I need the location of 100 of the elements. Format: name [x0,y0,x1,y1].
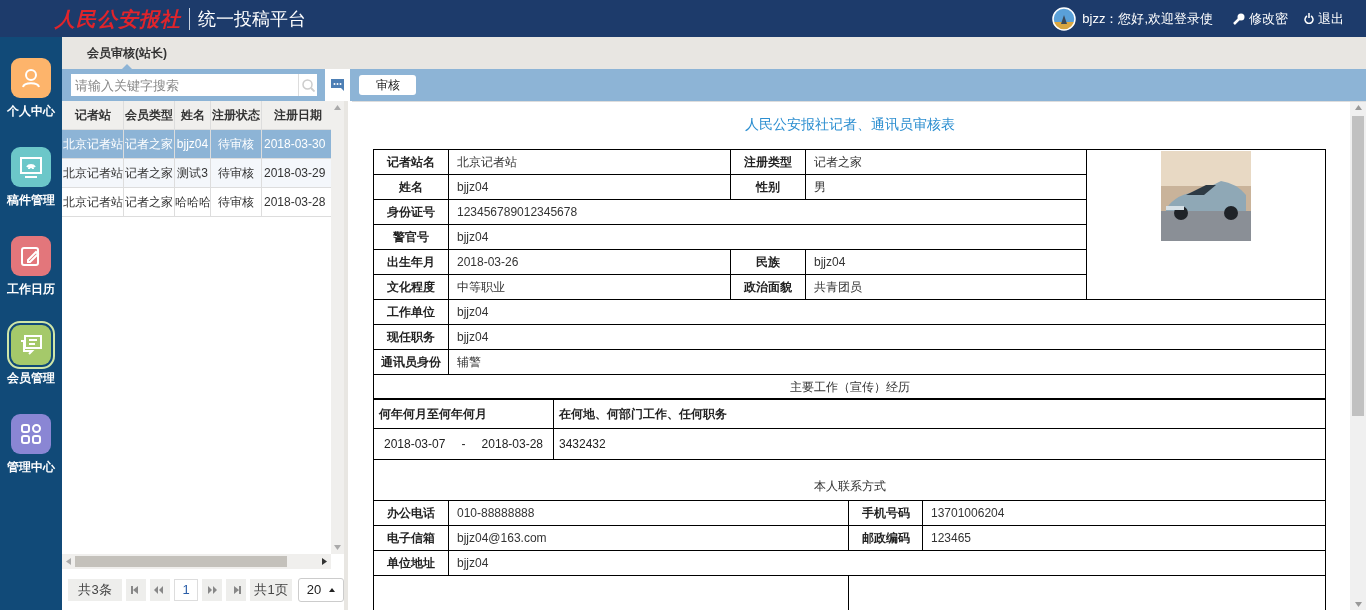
page-input[interactable]: 1 [174,578,198,601]
review-button[interactable]: 审核 [359,75,416,95]
field-label: 办公电话 [373,500,449,525]
field-label: 手机号码 [848,500,923,525]
table-cell: 北京记者站 [62,130,124,158]
sidebar-item[interactable]: 会员管理 [7,325,55,387]
field-value: bjjz04 [448,550,1326,575]
section-title: 本人联系方式 [813,478,886,493]
column-header[interactable]: 记者站 [62,101,124,129]
table-cell: bjjz04 [175,130,211,158]
field-value: 13701006204 [922,500,1326,525]
table-cell: 测试3 [175,159,211,187]
date-separator: - [461,436,466,453]
table-row[interactable]: 北京记者站 记者之家 测试3 待审核 2018-03-29 [62,159,331,188]
field-label: 警官号 [373,224,449,250]
scroll-right-icon[interactable] [322,558,327,565]
column-header: 何年何月至何年何月 [373,399,554,429]
field-label: 出生年月 [373,249,449,275]
scroll-down-icon[interactable] [1354,602,1362,607]
column-header[interactable]: 姓名 [175,101,211,129]
field-label: 现任职务 [373,324,449,350]
table-cell: 记者之家 [124,130,175,158]
field-value: 北京记者站 [448,149,731,175]
next-page-button[interactable] [202,578,222,601]
page-count: 共1页 [250,578,292,601]
table-cell: 记者之家 [124,159,175,187]
table-cell: 哈哈哈 [175,188,211,216]
key-icon [1233,12,1245,25]
chat-icon [331,79,344,91]
field-value: 辅警 [448,349,1326,375]
field-value: bjjz04 [448,174,731,200]
table-row[interactable]: 北京记者站 记者之家 哈哈哈 待审核 2018-03-28 [62,188,331,217]
sidebar-item[interactable]: 稿件管理 [7,147,55,209]
column-header[interactable]: 会员类型 [124,101,175,129]
sidebar-item[interactable]: 个人中心 [7,58,55,120]
change-password-link[interactable]: 修改密 [1233,8,1288,29]
field-value: 010-88888888 [448,500,849,525]
page-size-select[interactable]: 20 [298,577,344,602]
field-label: 注册类型 [730,149,806,175]
field-label: 身份证号 [373,199,449,225]
start-date: 2018-03-07 [384,436,446,453]
field-label: 电子信箱 [373,525,449,550]
scrollbar-thumb[interactable] [75,556,287,567]
column-header: 在何地、何部门工作、任何职务 [553,399,1326,429]
platform-title: 统一投稿平台 [198,7,306,31]
work-detail: 3432432 [553,428,1326,460]
table-cell: 待审核 [211,159,262,187]
monitor-icon [19,156,43,178]
table-cell: 待审核 [211,130,262,158]
table-cell: 记者之家 [124,188,175,216]
end-date: 2018-03-28 [481,436,543,453]
total-count: 共3条 [68,578,122,601]
field-value: bjjz04 [448,299,1326,325]
field-label: 单位地址 [373,550,449,575]
power-icon [1304,13,1314,24]
prev-page-icon [154,585,166,594]
logout-link[interactable]: 退出 [1304,8,1344,29]
field-value: 2018-03-26 [448,249,731,275]
chat-icon [19,334,43,356]
scroll-down-icon[interactable] [334,545,341,550]
search-icon [301,78,315,92]
grid-icon [20,423,42,445]
field-label: 政治面貌 [730,274,806,300]
field-label: 文化程度 [373,274,449,300]
field-label: 通讯员身份 [373,349,449,375]
person-icon [20,67,42,89]
search-field[interactable]: 请输入关键字搜索 [71,74,298,96]
field-label: 民族 [730,249,806,275]
sidebar-item[interactable]: 管理中心 [7,414,55,476]
collapse-button[interactable] [325,69,350,101]
scrollbar-thumb[interactable] [1352,116,1364,416]
next-page-icon [206,585,218,594]
field-value: 记者之家 [805,149,1087,175]
field-value: bjjz04@163.com [448,525,849,550]
avatar-icon [1052,6,1077,31]
field-value: bjjz04 [448,324,1326,350]
field-label: 邮政编码 [848,525,923,550]
calendar-icon [20,245,42,267]
caret-icon [329,587,336,592]
field-value: 中等职业 [448,274,731,300]
logo: 人民公安报社 [55,5,181,33]
first-page-button[interactable] [126,578,146,601]
scroll-up-icon[interactable] [334,105,341,110]
form-title: 人民公安报社记者、通讯员审核表 [743,115,956,134]
field-label: 工作单位 [373,299,449,325]
table-cell: 北京记者站 [62,159,124,187]
table-cell: 待审核 [211,188,262,216]
welcome-text: bjzz：您好,欢迎登录使 [1082,9,1213,28]
field-label: 性别 [730,174,806,200]
sidebar-item[interactable]: 工作日历 [7,236,55,298]
field-value: 123465 [922,525,1326,550]
section-title: 主要工作（宣传）经历 [373,374,1326,399]
last-page-button[interactable] [226,578,246,601]
scroll-left-icon[interactable] [66,558,71,565]
field-label: 姓名 [373,174,449,200]
scroll-up-icon[interactable] [1354,105,1362,110]
table-cell: 北京记者站 [62,188,124,216]
field-label: 记者站名 [373,149,449,175]
column-header[interactable]: 注册状态 [211,101,262,129]
prev-page-button[interactable] [150,578,170,601]
